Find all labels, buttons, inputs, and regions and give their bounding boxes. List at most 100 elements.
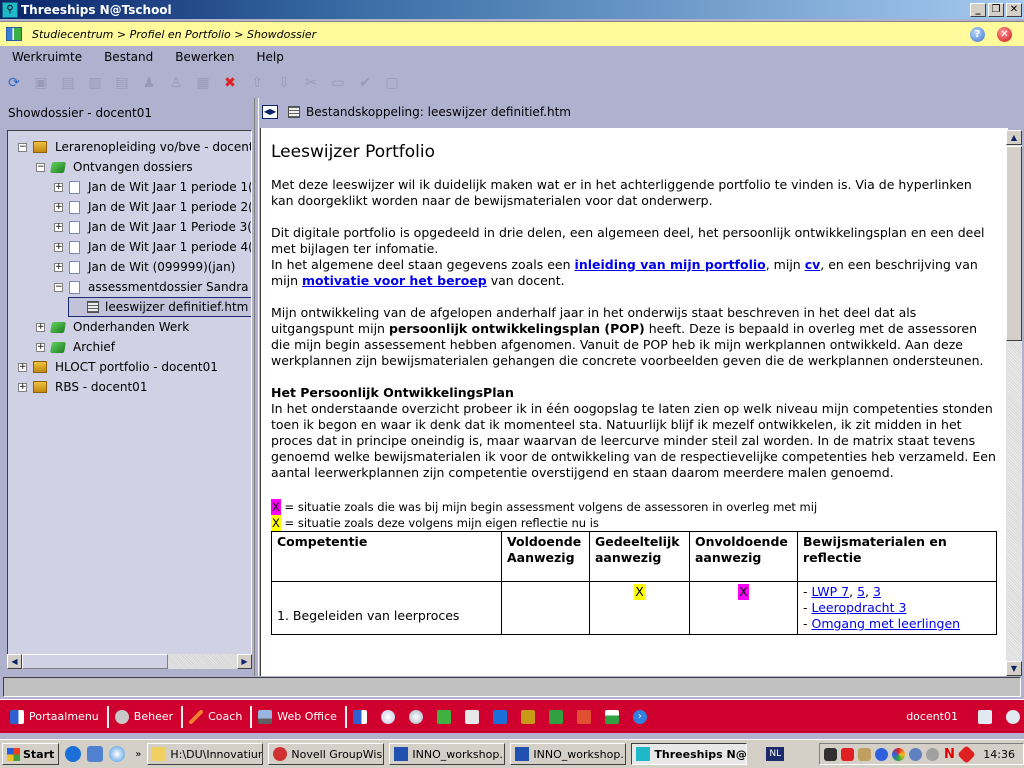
- delete-icon[interactable]: ✖: [222, 75, 238, 91]
- tree-node[interactable]: + Jan de Wit Jaar 1 periode 2(: [54, 197, 251, 217]
- expand-icon[interactable]: +: [36, 322, 45, 332]
- internet-explorer-icon[interactable]: [65, 746, 82, 762]
- task-groupwise[interactable]: Novell GroupWis...: [268, 743, 385, 765]
- help-icon[interactable]: ?: [970, 26, 985, 42]
- media-player-icon[interactable]: [109, 746, 126, 762]
- outlook-icon[interactable]: [87, 746, 104, 762]
- expand-icon[interactable]: +: [18, 362, 27, 372]
- check-icon[interactable]: ✔: [357, 75, 373, 91]
- expand-icon[interactable]: +: [36, 342, 45, 352]
- document-vertical-scrollbar[interactable]: ▲ ▼: [1006, 130, 1022, 676]
- link-leeropdracht-3[interactable]: Leeropdracht 3: [811, 600, 906, 615]
- scroll-thumb[interactable]: [1006, 146, 1022, 341]
- lightbulb-check-icon[interactable]: [408, 709, 423, 724]
- coach-button[interactable]: Coach: [189, 709, 242, 724]
- lightbulb-icon[interactable]: [380, 709, 395, 724]
- color-wheel-icon[interactable]: [892, 747, 905, 761]
- scroll-down-button[interactable]: ▼: [1006, 661, 1022, 676]
- tree-node[interactable]: + Jan de Wit (099999)(jan): [54, 257, 235, 277]
- task-word-1[interactable]: INNO_workshop...: [389, 743, 506, 765]
- toggle-pane-icon[interactable]: ◀▶: [262, 105, 278, 119]
- new-link-icon[interactable]: ▥: [87, 75, 103, 91]
- refresh-icon[interactable]: ⟳: [6, 75, 22, 91]
- tree-node[interactable]: + Archief: [36, 337, 115, 357]
- green-book-icon[interactable]: [548, 709, 563, 724]
- menu-bestand[interactable]: Bestand: [104, 50, 153, 64]
- notes-icon[interactable]: [464, 709, 479, 724]
- task-word-2[interactable]: INNO_workshop...: [510, 743, 627, 765]
- link-5[interactable]: 5: [857, 584, 865, 599]
- move-up-icon[interactable]: ⇧: [249, 75, 265, 91]
- tree-node[interactable]: + HLOCT portfolio - docent01: [18, 357, 218, 377]
- forward-icon[interactable]: ›: [632, 709, 647, 724]
- desktop-icon[interactable]: [352, 709, 367, 724]
- paste-icon[interactable]: ▭: [330, 75, 346, 91]
- menu-bewerken[interactable]: Bewerken: [175, 50, 234, 64]
- new-folder-icon[interactable]: ▣: [33, 75, 49, 91]
- close-button[interactable]: ✕: [1006, 2, 1022, 17]
- link-motivatie[interactable]: motivatie voor het beroep: [302, 273, 487, 288]
- tree-node[interactable]: + Jan de Wit Jaar 1 periode 4(: [54, 237, 251, 257]
- menu-werkruimte[interactable]: Werkruimte: [12, 50, 82, 64]
- link-cv[interactable]: cv: [805, 257, 821, 272]
- breadcrumb[interactable]: Studiecentrum > Profiel en Portfolio > S…: [32, 28, 970, 41]
- move-down-icon[interactable]: ⇩: [276, 75, 292, 91]
- beheer-button[interactable]: Beheer: [114, 709, 173, 724]
- folder-icon[interactable]: [520, 709, 535, 724]
- minimize-button[interactable]: _: [970, 2, 986, 17]
- novell-icon[interactable]: N: [943, 748, 956, 761]
- traffic-light-icon[interactable]: [824, 747, 837, 761]
- collapse-icon[interactable]: −: [36, 162, 45, 172]
- close-icon[interactable]: ✕: [997, 26, 1012, 42]
- tree-node[interactable]: − Ontvangen dossiers: [36, 157, 193, 177]
- volume-icon[interactable]: [926, 747, 939, 761]
- new-document-icon[interactable]: ▤: [60, 75, 76, 91]
- expand-icon[interactable]: +: [54, 202, 63, 212]
- expand-icon[interactable]: +: [54, 182, 63, 192]
- tree-node[interactable]: − Lerarenopleiding vo/bve - docent01: [18, 137, 251, 157]
- add-file-icon[interactable]: ▢: [384, 75, 400, 91]
- puzzle-icon[interactable]: [436, 709, 451, 724]
- clipboard-icon[interactable]: [858, 747, 871, 761]
- sun-icon[interactable]: [875, 747, 888, 761]
- link-lwp7[interactable]: LWP 7: [811, 584, 849, 599]
- add-user-icon[interactable]: ♙: [168, 75, 184, 91]
- network-icon[interactable]: [841, 747, 854, 761]
- navigate-icon[interactable]: [6, 27, 22, 41]
- search-icon[interactable]: [909, 747, 922, 761]
- link-inleiding[interactable]: inleiding van mijn portfolio: [575, 257, 766, 272]
- scroll-track[interactable]: [168, 654, 237, 669]
- add-users-icon[interactable]: ♟: [141, 75, 157, 91]
- expand-icon[interactable]: +: [54, 242, 63, 252]
- link-omgang-met-leerlingen[interactable]: Omgang met leerlingen: [811, 616, 960, 631]
- red-book-icon[interactable]: [576, 709, 591, 724]
- scroll-left-button[interactable]: ◀: [7, 654, 22, 669]
- cube-icon[interactable]: [492, 709, 507, 724]
- new-page-icon[interactable]: ▤: [114, 75, 130, 91]
- expand-icon[interactable]: +: [54, 222, 63, 232]
- tree-node-selected[interactable]: leeswijzer definitief.htm: [68, 297, 251, 317]
- pane-splitter[interactable]: [254, 98, 259, 676]
- task-explorer[interactable]: H:\DU\Innovatium: [147, 743, 264, 765]
- link-3[interactable]: 3: [873, 584, 881, 599]
- collapse-icon[interactable]: −: [54, 282, 63, 292]
- tree-node[interactable]: + Jan de Wit Jaar 1 periode 1(: [54, 177, 251, 197]
- collapse-icon[interactable]: −: [18, 142, 27, 152]
- language-indicator[interactable]: NL: [766, 747, 785, 761]
- scroll-thumb[interactable]: [22, 654, 168, 669]
- portaalmenu-button[interactable]: Portaalmenu: [10, 709, 99, 724]
- tree-node[interactable]: + RBS - docent01: [18, 377, 147, 397]
- mail-icon[interactable]: [978, 709, 992, 724]
- scroll-up-button[interactable]: ▲: [1006, 130, 1022, 145]
- more-icon[interactable]: »: [135, 749, 141, 760]
- chart-icon[interactable]: [604, 709, 619, 724]
- start-button[interactable]: Start: [2, 743, 60, 765]
- save-icon[interactable]: ▦: [195, 75, 211, 91]
- restore-button[interactable]: ❐: [988, 2, 1004, 17]
- web-office-button[interactable]: Web Office: [258, 709, 337, 724]
- clock-icon[interactable]: [1006, 709, 1020, 724]
- expand-icon[interactable]: +: [54, 262, 63, 272]
- tree-horizontal-scrollbar[interactable]: ◀ ▶: [7, 654, 252, 669]
- tree-node[interactable]: − assessmentdossier Sandra C: [54, 277, 251, 297]
- expand-icon[interactable]: +: [18, 382, 27, 392]
